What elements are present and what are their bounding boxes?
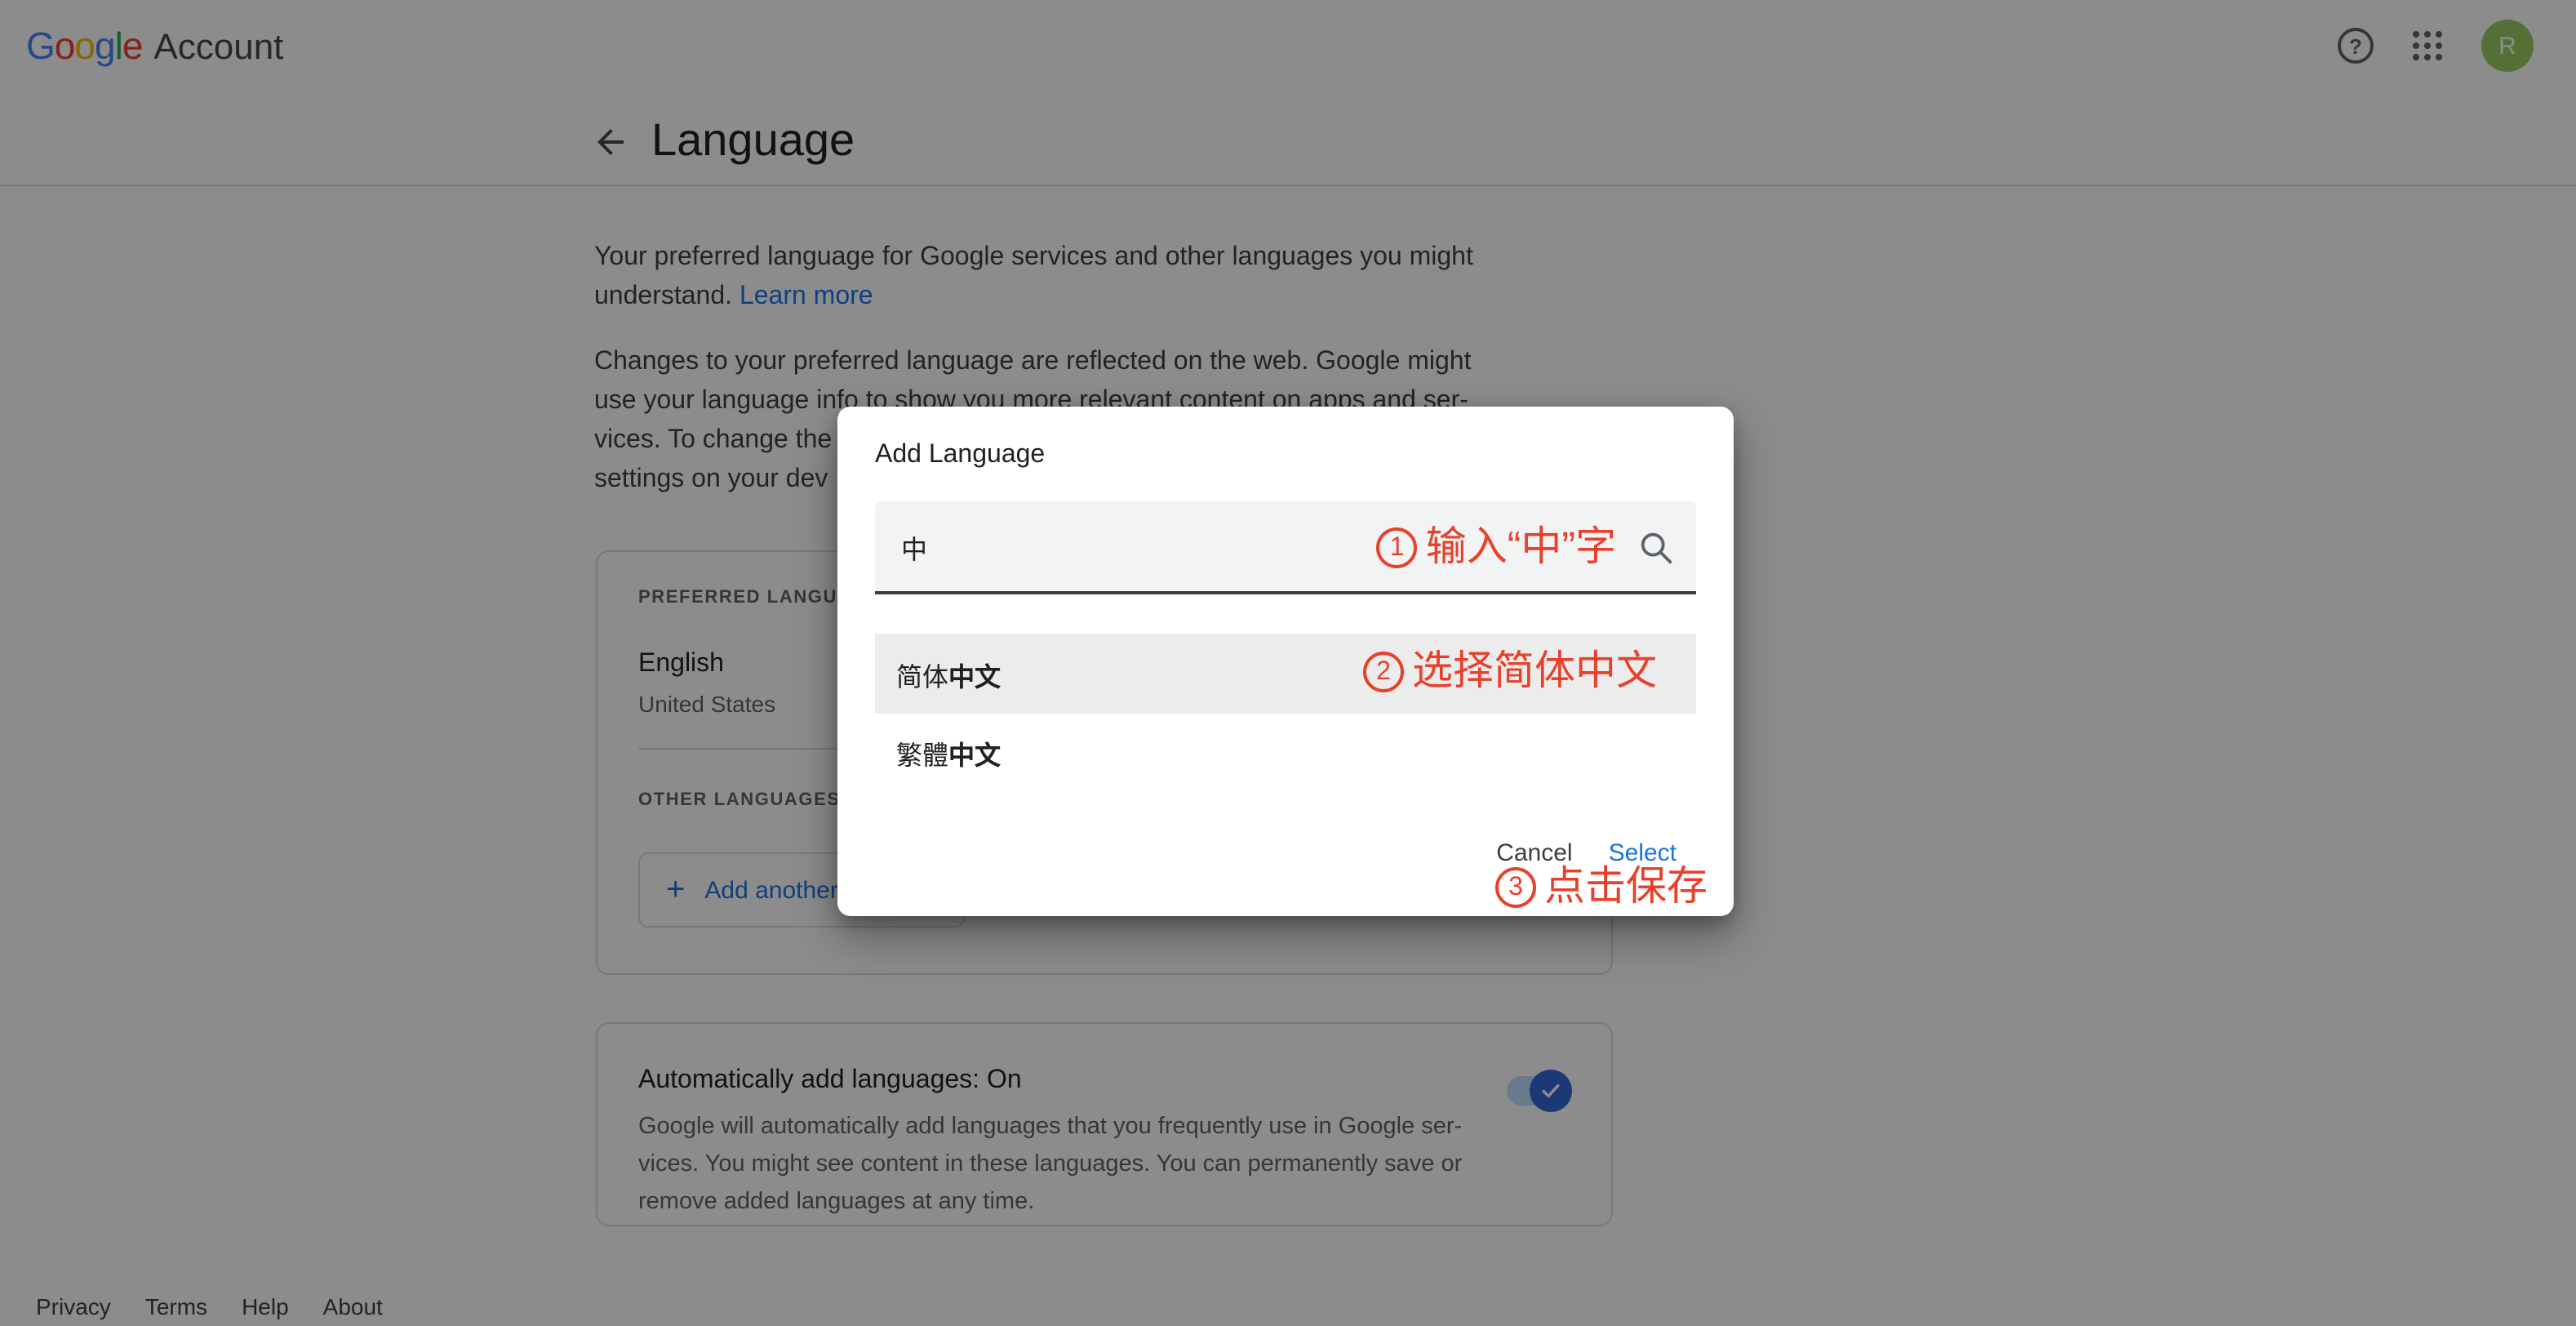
annotation-step-number: 1 — [1377, 527, 1418, 568]
annotation-step-3: 3 点击保存 — [1495, 865, 1708, 910]
result-text-match: 中文 — [948, 733, 1001, 772]
search-icon — [1637, 529, 1675, 567]
annotation-step-text: 点击保存 — [1544, 865, 1708, 910]
annotation-step-text: 输入“中”字 — [1426, 526, 1616, 570]
annotation-step-text: 选择简体中文 — [1412, 650, 1657, 694]
result-text: 繁體 — [896, 733, 948, 772]
annotation-step-1: 1 输入“中”字 — [1377, 526, 1616, 570]
dialog-title: Add Language — [875, 441, 1045, 470]
annotation-step-number: 3 — [1495, 867, 1536, 908]
result-row-traditional-chinese[interactable]: 繁體中文 — [875, 714, 1696, 792]
result-text: 简体 — [896, 654, 948, 693]
annotation-step-number: 2 — [1363, 652, 1404, 692]
result-text-match: 中文 — [948, 654, 1001, 693]
annotation-step-2: 2 选择简体中文 — [1363, 650, 1657, 694]
google-account-language-page: G o o g l e Account ? R Language Your pr… — [0, 0, 2576, 1326]
